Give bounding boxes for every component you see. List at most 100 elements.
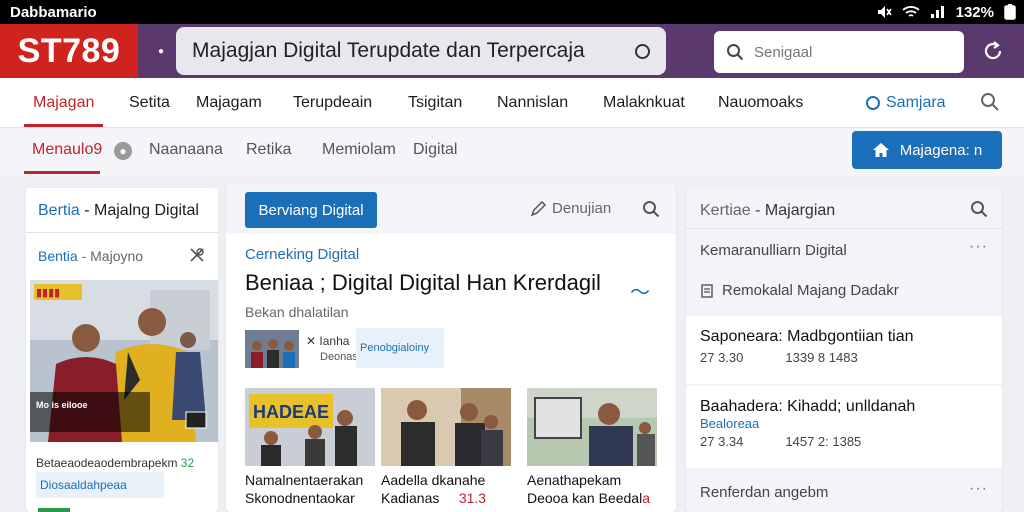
user-circle-icon (866, 96, 880, 110)
photo-overlay-text: Mo is eilooe (36, 400, 88, 410)
status-bar: Dabbamario 132% (0, 0, 1024, 24)
left-heading-text: - Majalng Digital (79, 202, 199, 219)
more-options-icon[interactable]: ··· (969, 238, 988, 256)
search-input[interactable]: Senigaal (714, 31, 964, 73)
subnav-item-menaulo9[interactable]: Menaulo9 (32, 141, 102, 159)
nav-item-nannislan[interactable]: Nannislan (497, 94, 568, 112)
article-tag-chip[interactable]: Penobgialoiny (356, 328, 444, 368)
author-name-text: Ianha (319, 334, 350, 348)
news-item-meta: 27 3.34 1457 2: 1385 (700, 434, 861, 449)
document-icon (701, 283, 713, 298)
featured-news-card: Berviang Digital Denujian Cerneking Digi… (226, 184, 676, 512)
main-nav: Majagan Setita Majagam Terupdeain Tsigit… (0, 78, 1024, 128)
menu-dot-icon[interactable]: ● (158, 46, 164, 57)
news-tile-image[interactable] (381, 388, 511, 466)
tile-caption[interactable]: Deooa kan Beedala (527, 490, 650, 506)
tile-caption[interactable]: Skonodnentaokar (245, 490, 355, 506)
status-indicators: 132% (876, 4, 1016, 21)
site-tagline: Majagjan Digital Terupdate dan Terpercaj… (192, 39, 585, 62)
author-name: ✕ Ianha (306, 334, 350, 348)
news-item-time: 27 3.34 (700, 434, 744, 449)
divider (686, 228, 1002, 229)
refresh-icon[interactable] (980, 36, 1006, 66)
nav-item-majagam[interactable]: Majagam (196, 94, 262, 112)
tile-caption-text: Kadianas (381, 490, 440, 506)
right-news-panel: Kertiae - Majargian Kemaranulliarn Digit… (686, 188, 1002, 512)
nav-item-setita[interactable]: Setita (129, 94, 170, 112)
left-sub-highlight: Bentia (38, 248, 78, 264)
signal-icon (930, 6, 944, 18)
tile-caption[interactable]: Namalnentaerakan (245, 472, 363, 488)
subnav-item-retika[interactable]: Retika (246, 141, 291, 159)
nav-item-tsigitan[interactable]: Tsigitan (408, 94, 462, 112)
left-tag-chip[interactable]: Diosaaldahpeaa (36, 472, 164, 498)
news-item-stats: 1457 2: 1385 (785, 434, 862, 449)
subscribe-button-label: Majagena: n (899, 141, 983, 159)
battery-percent: 132% (955, 3, 994, 21)
left-caption-count: 32 (180, 456, 195, 470)
write-button[interactable]: Denujian (530, 200, 611, 217)
nav-item-malaknkuat[interactable]: Malaknkuat (603, 94, 685, 112)
right-list-item[interactable]: Remokalal Majang Dadakr (700, 282, 899, 299)
left-caption: Betaeaodeaodembrapekm 32 (36, 456, 194, 470)
featured-card-header: Berviang Digital Denujian (226, 184, 676, 234)
right-list-item[interactable]: Kemaranulliarn Digital (700, 242, 847, 259)
wifi-icon (902, 6, 920, 17)
news-tile-image[interactable] (527, 388, 657, 466)
left-sub-text: - Majoyno (77, 248, 144, 264)
nav-item-majagan[interactable]: Majagan (33, 94, 94, 112)
app-header: ST789 ● Majagjan Digital Terupdate dan T… (0, 24, 1024, 78)
login-link[interactable]: Samjara (866, 94, 946, 112)
nav-item-nauomoaks[interactable]: Nauomoaks (718, 94, 803, 112)
left-card-heading: Bertia - Majalng Digital (38, 202, 199, 220)
site-logo[interactable]: ST789 (0, 24, 138, 78)
article-title[interactable]: Beniaa ; Digital Digital Han Krerdagil (245, 270, 601, 296)
right-footer-item[interactable]: Renferdan angebm (700, 484, 828, 501)
news-item-stats: 1339 8 1483 (785, 350, 858, 365)
nav-item-terupdeain[interactable]: Terupdeain (293, 94, 372, 112)
search-icon[interactable] (980, 92, 1000, 112)
tile-caption-text: Deooa kan Beedal (527, 490, 643, 506)
subnav-item-naanaana[interactable]: Naanaana (149, 141, 223, 159)
subnav-item-memiolam[interactable]: Memiolam (322, 141, 396, 159)
home-icon (872, 143, 889, 157)
search-icon[interactable] (970, 200, 988, 218)
write-label: Denujian (552, 200, 612, 217)
title-bar[interactable]: Majagjan Digital Terupdate dan Terpercaj… (176, 27, 667, 75)
left-card-subheading: Bentia - Majoyno (38, 248, 143, 264)
mute-icon (877, 6, 892, 18)
subscribe-button[interactable]: Majagena: n (852, 131, 1002, 169)
left-news-photo[interactable]: ▮▮▮▮ Mo is eilooe (30, 280, 218, 442)
news-item-category: Bealoreaa (700, 416, 760, 431)
share-icon[interactable] (188, 246, 206, 264)
article-category[interactable]: Cerneking Digital (245, 246, 359, 263)
battery-icon (1004, 4, 1016, 20)
tile-banner-text: HADEAE (253, 402, 329, 422)
news-item-title: Saponeara: Madbgontiian tian (700, 328, 914, 345)
tile-caption-count: a (642, 490, 650, 506)
news-item[interactable]: Baahadera: Kihadd; unlldanah Bealoreaa 2… (686, 386, 1002, 468)
search-icon (727, 44, 744, 61)
news-item-time: 27 3.30 (700, 350, 744, 365)
tile-caption[interactable]: Kadianas 31.3 (381, 490, 486, 506)
status-ring-icon (635, 43, 651, 59)
more-options-icon[interactable]: ··· (969, 480, 988, 498)
divider (26, 232, 218, 233)
news-item-title: Baahadera: Kihadd; unlldanah (700, 398, 916, 415)
right-heading-text: - Majargian (750, 202, 836, 219)
nav-active-indicator (24, 124, 103, 127)
news-tile-image[interactable]: HADEAE (245, 388, 375, 466)
search-placeholder: Senigaal (754, 43, 813, 61)
subnav-item-digital[interactable]: Digital (413, 141, 457, 159)
tile-caption[interactable]: Aenathapekam (527, 472, 621, 488)
search-icon[interactable] (642, 200, 660, 218)
article-subtitle: Bekan dhalatilan (245, 304, 349, 320)
news-item[interactable]: Saponeara: Madbgontiian tian 27 3.30 1339… (686, 316, 1002, 384)
login-label: Samjara (886, 94, 946, 111)
news-item-meta: 27 3.30 1339 8 1483 (700, 350, 858, 365)
tile-caption[interactable]: Aadella dkanahe (381, 472, 485, 488)
pencil-icon (530, 200, 546, 216)
tab-berviang-digital[interactable]: Berviang Digital (245, 192, 377, 228)
left-caption-text: Betaeaodeaodembrapekm (36, 456, 178, 470)
author-thumbnail[interactable] (245, 330, 299, 368)
